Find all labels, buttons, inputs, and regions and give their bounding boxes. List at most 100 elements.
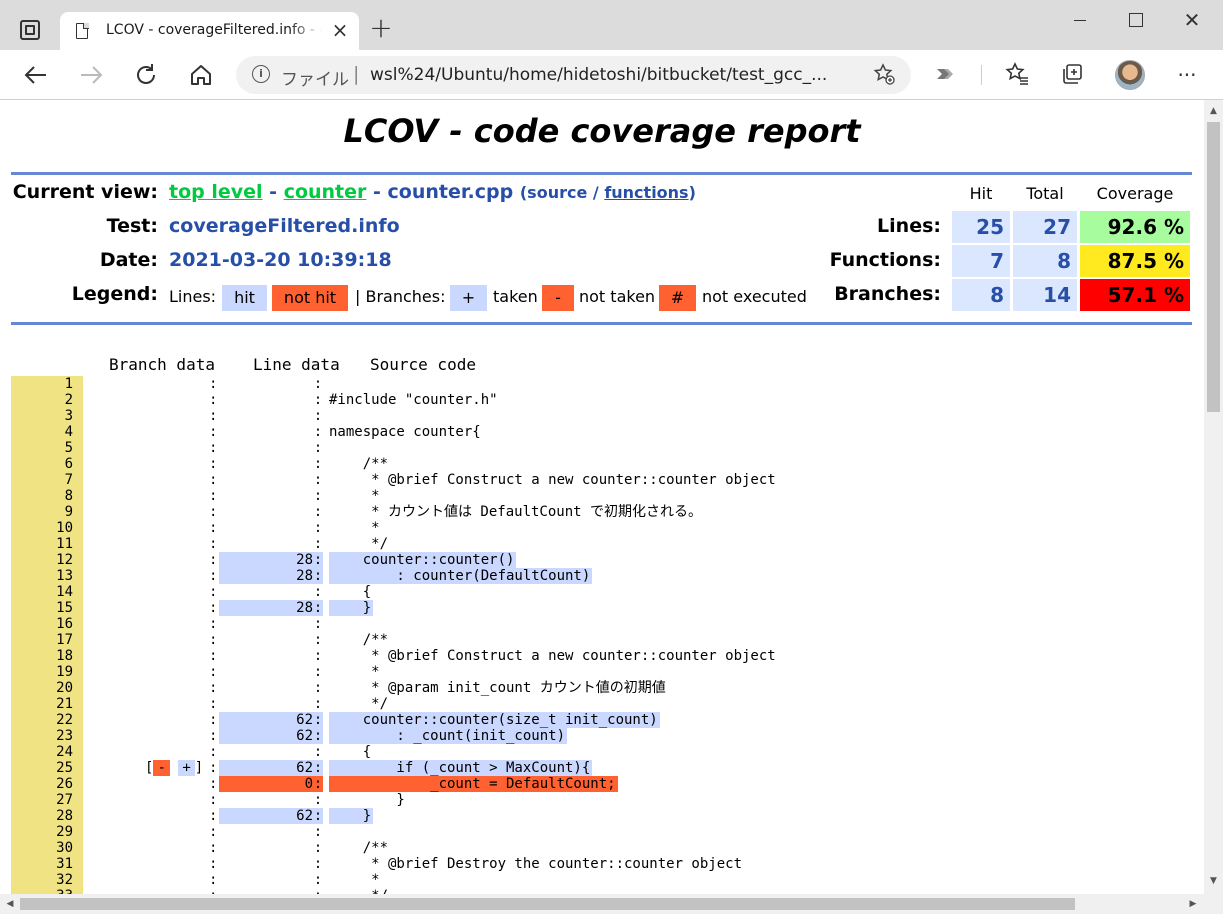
collections-icon[interactable] [1058,61,1086,89]
branch-separator: : [209,536,218,552]
address-bar[interactable]: i ファイル | wsl%24/Ubuntu/home/hidetoshi/bi… [236,56,911,94]
code-text: counter::counter(size_t init_count) [329,712,660,728]
line-hit-count: 28 [219,568,313,584]
info-icon[interactable]: i [252,65,270,83]
top-level-link[interactable]: top level [169,181,263,203]
line-number: 4 [11,424,83,440]
branch-separator: : [209,616,218,632]
browser-tab[interactable]: LCOV - coverageFiltered.info - counter/c… [60,12,359,50]
line-number: 20 [11,680,83,696]
vertical-scrollbar[interactable]: ▲ ▼ [1204,100,1223,894]
branch-separator: : [209,808,218,824]
more-icon[interactable]: ··· [1173,61,1201,89]
scroll-down-icon[interactable]: ▼ [1207,874,1220,888]
back-arrow-icon[interactable] [22,61,50,89]
line-number: 16 [11,616,83,632]
extension-icon[interactable] [933,62,959,88]
source-line: 15:28: } [11,600,1201,616]
code-text: /** [329,632,389,648]
line-hit-count [219,440,313,456]
line-number: 1 [11,376,83,392]
add-favorite-icon[interactable] [873,63,895,90]
reload-icon[interactable] [132,61,160,89]
source-line: 5:: [11,440,1201,456]
source-line: 21:: */ [11,696,1201,712]
home-icon[interactable] [187,61,215,89]
directory-link[interactable]: counter [284,181,367,203]
favorites-icon[interactable] [1003,61,1031,89]
line-hit-count [219,840,313,856]
functions-link[interactable]: functions [604,183,688,202]
line-number: 26 [11,776,83,792]
code-text: * @brief Construct a new counter::counte… [329,648,776,664]
address-url[interactable]: wsl%24/Ubuntu/home/hidetoshi/bitbucket/t… [370,65,827,85]
branch-separator: : [209,696,218,712]
tab-close-icon[interactable]: × [330,20,350,40]
code-text: /** [329,456,389,472]
line-hit-count: 28 [219,552,313,568]
branch-separator: : [209,712,218,728]
maximize-icon[interactable] [1123,8,1147,32]
branch-separator: : [209,776,218,792]
close-window-icon[interactable]: ✕ [1180,8,1204,32]
source-listing: 1::2:: #include "counter.h" 3::4:: namespac… [11,376,1201,894]
line-hit-count [219,504,313,520]
line-hit-count [219,872,313,888]
branch-separator: : [209,488,218,504]
scroll-right-icon[interactable]: ▶ [1186,897,1200,911]
branch-separator: : [209,504,218,520]
horizontal-scroll-thumb[interactable] [20,898,1075,910]
line-number: 24 [11,744,83,760]
line-separator: : [313,840,323,856]
line-number: 21 [11,696,83,712]
line-separator: : [313,472,323,488]
line-hit-count [219,792,313,808]
summary-lines-total: 27 [1013,211,1077,243]
minimize-icon[interactable] [1068,8,1092,32]
summary-lines-hit: 25 [952,211,1010,243]
code-text: */ [329,536,389,552]
summary-lines-label: Lines: [877,215,941,237]
line-separator: : [313,520,323,536]
line-hit-count [219,632,313,648]
line-hit-count [219,584,313,600]
branch-separator: : [209,760,218,776]
branch-separator: : [209,600,218,616]
line-number: 31 [11,856,83,872]
scroll-left-icon[interactable]: ◀ [3,897,17,911]
scroll-up-icon[interactable]: ▲ [1207,104,1220,118]
branch-separator: : [209,840,218,856]
line-separator: : [313,792,323,808]
forward-arrow-icon[interactable] [77,61,105,89]
code-text: * @param init_count カウント値の初期値 [329,680,666,696]
code-text: * [329,520,380,536]
line-separator: : [313,568,323,584]
line-data-header: Line data [253,355,340,374]
address-scheme: ファイル [281,70,349,90]
code-text: _count = DefaultCount; [329,776,618,792]
line-hit-count [219,664,313,680]
line-separator: : [313,632,323,648]
source-line: 30:: /** [11,840,1201,856]
line-separator: : [313,856,323,872]
source-line: 7:: * @brief Construct a new counter::co… [11,472,1201,488]
line-hit-count: 62 [219,728,313,744]
profile-avatar[interactable] [1115,60,1145,90]
line-number: 7 [11,472,83,488]
new-tab-icon[interactable]: + [368,14,394,42]
tab-title[interactable]: LCOV - coverageFiltered.info - counter/c… [106,22,322,38]
line-hit-count [219,744,313,760]
line-hit-count [219,696,313,712]
code-text: } [329,792,405,808]
browser-window-icon[interactable] [20,20,40,40]
source-line: 28:62: } [11,808,1201,824]
vertical-scroll-thumb[interactable] [1207,122,1220,412]
source-line: 16:: [11,616,1201,632]
source-line: 29:: [11,824,1201,840]
code-text: * [329,664,380,680]
horizontal-scrollbar[interactable]: ◀ ▶ [0,894,1204,914]
date-label: Date: [99,249,158,271]
branch-separator: : [209,376,218,392]
line-hit-count [219,376,313,392]
branch-separator: : [209,792,218,808]
